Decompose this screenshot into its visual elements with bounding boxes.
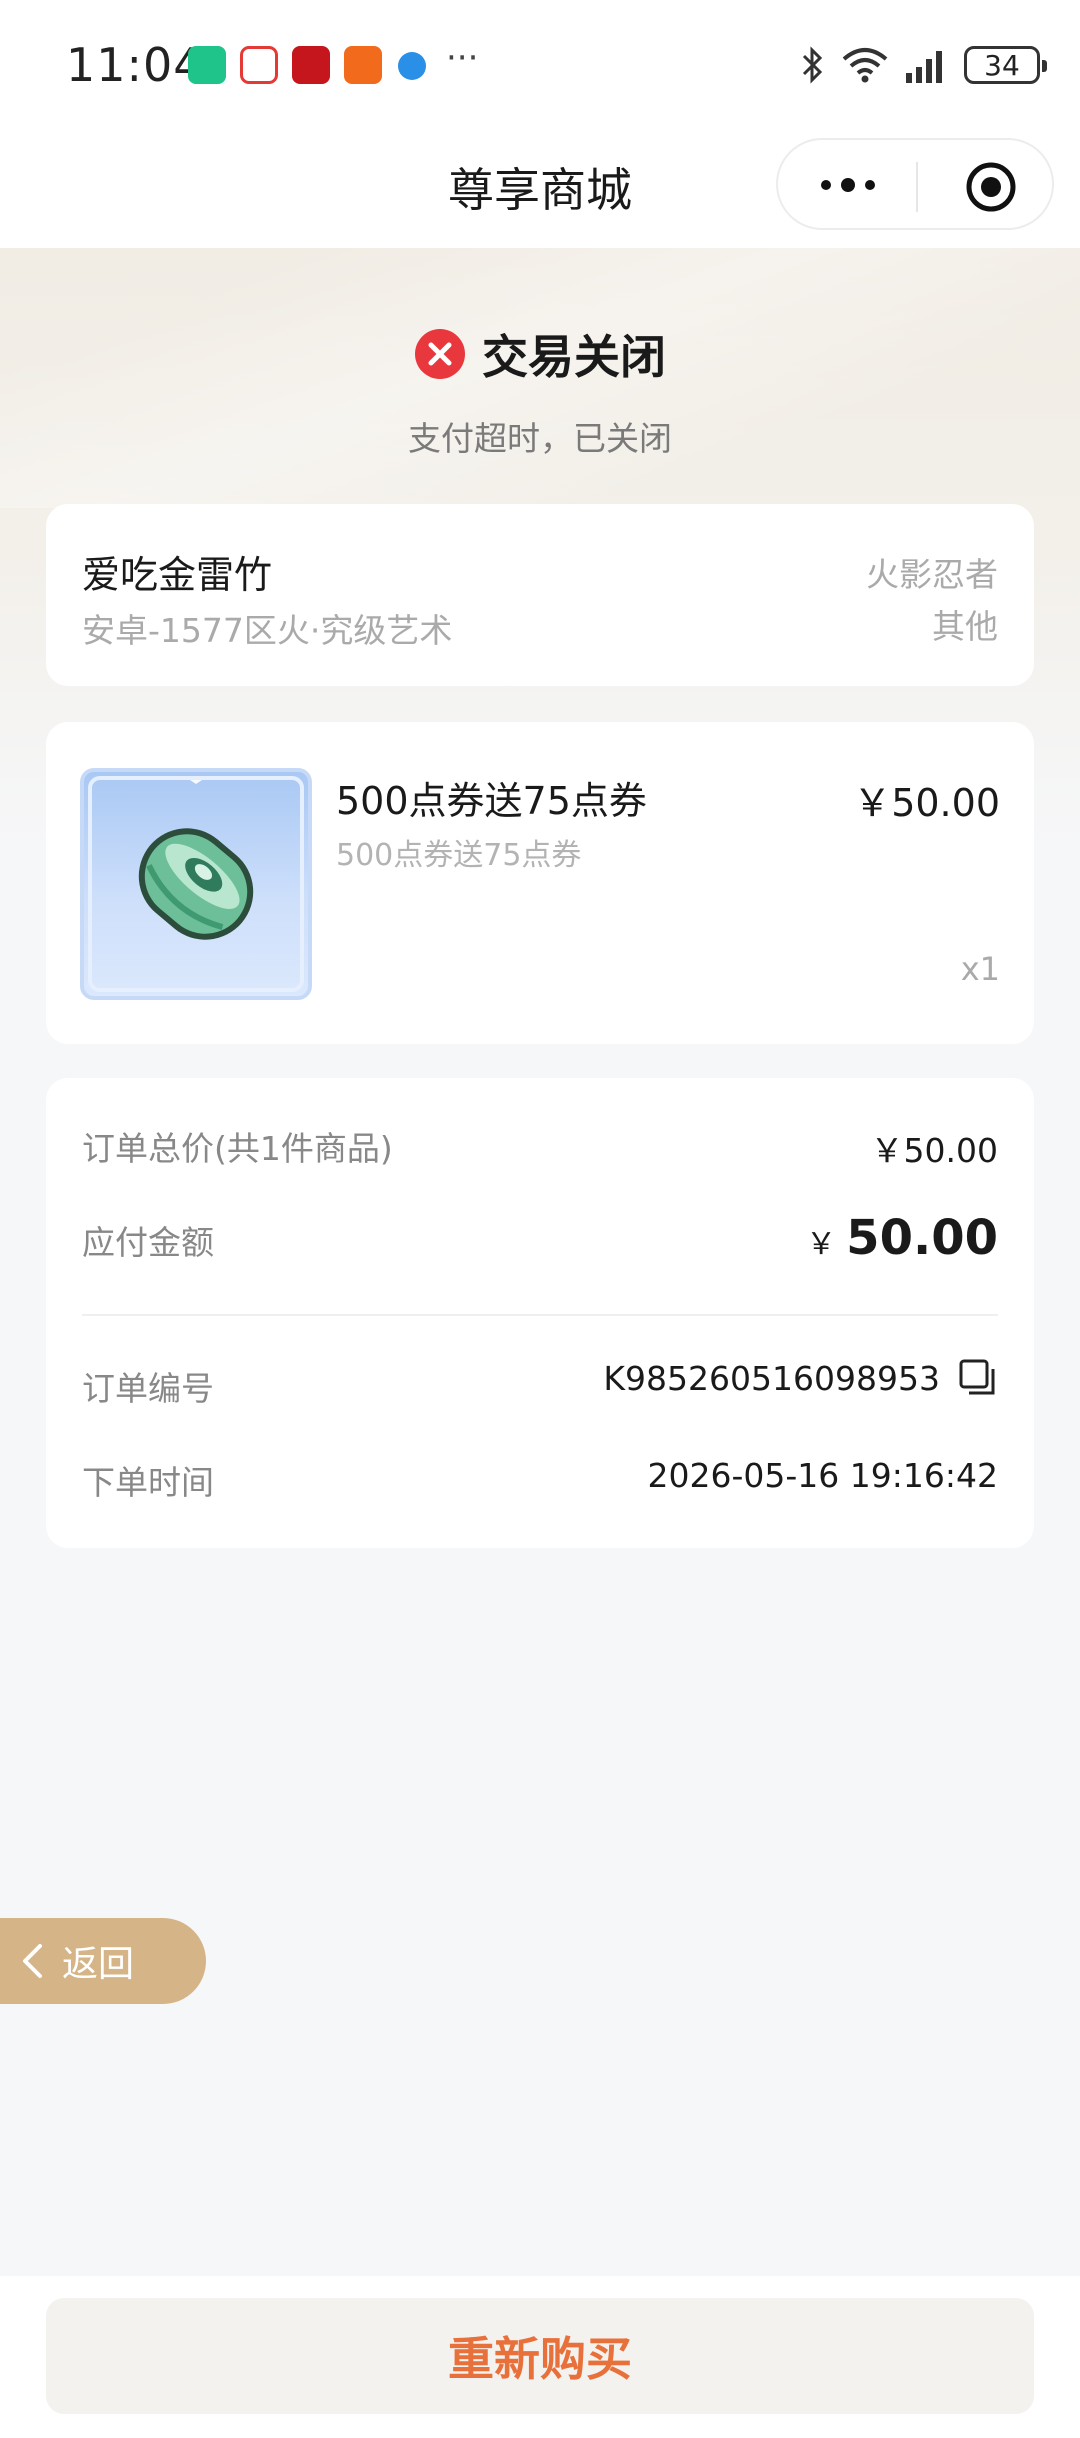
payable-currency: ￥ [806, 1227, 837, 1262]
payable-amount: ￥ 50.00 [806, 1210, 998, 1266]
account-name: 爱吃金雷竹 [82, 553, 273, 597]
back-button[interactable]: 返回 [0, 1918, 206, 2004]
close-mini-program-icon[interactable] [964, 160, 1018, 214]
rebuy-button[interactable]: 重新购买 [46, 2298, 1034, 2414]
more-notifications-icon: ··· [446, 38, 479, 78]
product-description: 500点券送75点券 [336, 838, 582, 873]
capsule-divider [916, 162, 918, 212]
notification-app-icon [292, 46, 330, 84]
payable-label: 应付金额 [82, 1223, 214, 1262]
account-category: 其他 [932, 607, 998, 646]
product-quantity: x1 [960, 950, 1000, 988]
status-subtitle: 支付超时，已关闭 [408, 419, 672, 458]
order-time-label: 下单时间 [82, 1463, 214, 1502]
status-time: 11:04 [66, 38, 204, 92]
bluetooth-icon [802, 46, 823, 84]
order-summary-card: 订单总价(共1件商品) ￥50.00 应付金额 ￥ 50.00 订单编号 K98… [46, 1078, 1034, 1548]
product-card: 500点券送75点券 500点券送75点券 ￥50.00 x1 [46, 722, 1034, 1044]
copy-icon[interactable] [958, 1358, 998, 1398]
product-name: 500点券送75点券 [336, 779, 647, 823]
order-time-value: 2026-05-16 19:16:42 [647, 1456, 998, 1495]
product-price: ￥50.00 [853, 781, 1000, 825]
product-image [80, 768, 312, 1000]
total-price-label: 订单总价(共1件商品) [82, 1129, 393, 1168]
notification-app-icon [344, 46, 382, 84]
notification-app-icon [398, 52, 426, 80]
wifi-icon [842, 48, 888, 83]
order-status: 交易关闭 [0, 324, 1080, 384]
signal-icon [906, 51, 942, 83]
game-name: 火影忍者 [866, 555, 998, 594]
order-number-label: 订单编号 [82, 1369, 214, 1408]
mini-program-capsule [776, 138, 1054, 230]
notification-app-icon [188, 46, 226, 84]
summary-divider [82, 1314, 998, 1316]
status-title: 交易关闭 [482, 330, 666, 384]
status-bar: 11:04 ··· 34 [0, 0, 1080, 130]
closed-status-icon [415, 329, 465, 379]
payable-value: 50.00 [846, 1210, 998, 1266]
more-options-icon[interactable] [818, 170, 878, 200]
battery-icon: 34 [964, 46, 1047, 84]
account-server: 安卓-1577区火·究级艺术 [82, 611, 453, 650]
bottom-action-bar: 重新购买 [0, 2276, 1080, 2438]
voucher-gem-icon [88, 776, 304, 992]
notification-app-icon [240, 46, 278, 84]
order-number-value: K985260516098953 [603, 1358, 940, 1398]
account-card: 爱吃金雷竹 安卓-1577区火·究级艺术 火影忍者 其他 [46, 504, 1034, 686]
total-price-value: ￥50.00 [870, 1131, 998, 1170]
nav-bar: 尊享商城 [0, 130, 1080, 248]
system-icons: 34 [800, 42, 1047, 88]
order-number: K985260516098953 [603, 1358, 998, 1398]
chevron-left-icon [23, 1944, 42, 1978]
order-detail-page: 11:04 ··· 34 尊享商城 交易关闭 支付超时，已关闭 爱吃金雷竹 安卓… [0, 0, 1080, 2438]
back-button-label: 返回 [62, 1944, 135, 1985]
